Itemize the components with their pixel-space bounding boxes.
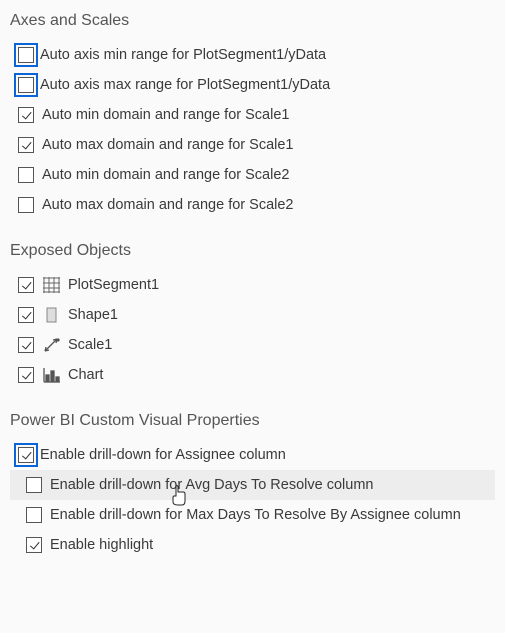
pbi-row[interactable]: Enable drill-down for Avg Days To Resolv… (10, 470, 495, 500)
checkbox[interactable] (12, 71, 40, 99)
checkbox[interactable] (20, 471, 48, 499)
pbi-list: Enable drill-down for Assignee column En… (10, 440, 495, 560)
axes-row[interactable]: Auto max domain and range for Scale2 (10, 190, 495, 220)
row-label: Shape1 (68, 307, 118, 323)
checkbox[interactable] (20, 531, 48, 559)
pbi-row[interactable]: Enable highlight (10, 530, 495, 560)
section-title-exposed: Exposed Objects (10, 242, 495, 260)
row-label: Enable drill-down for Avg Days To Resolv… (50, 477, 373, 493)
section-title-pbi: Power BI Custom Visual Properties (10, 412, 495, 430)
checkbox[interactable] (12, 361, 40, 389)
exposed-list: PlotSegment1 Shape1 Scale1 (10, 270, 495, 390)
row-label: Auto max domain and range for Scale2 (42, 197, 293, 213)
row-label: PlotSegment1 (68, 277, 159, 293)
row-label: Enable drill-down for Assignee column (40, 447, 286, 463)
axes-row[interactable]: Auto max domain and range for Scale1 (10, 130, 495, 160)
row-label: Scale1 (68, 337, 112, 353)
row-label: Auto max domain and range for Scale1 (42, 137, 293, 153)
row-label: Auto min domain and range for Scale1 (42, 107, 289, 123)
checkbox[interactable] (20, 501, 48, 529)
exposed-row[interactable]: Scale1 (10, 330, 495, 360)
exposed-row[interactable]: Shape1 (10, 300, 495, 330)
scale-icon (40, 335, 64, 355)
row-label: Auto min domain and range for Scale2 (42, 167, 289, 183)
row-label: Chart (68, 367, 103, 383)
exposed-row[interactable]: PlotSegment1 (10, 270, 495, 300)
settings-panel: Axes and Scales Auto axis min range for … (0, 0, 505, 570)
checkbox[interactable] (12, 41, 40, 69)
axes-row[interactable]: Auto axis min range for PlotSegment1/yDa… (10, 40, 495, 70)
checkbox[interactable] (12, 101, 40, 129)
chart-icon (40, 365, 64, 385)
axes-row[interactable]: Auto axis max range for PlotSegment1/yDa… (10, 70, 495, 100)
exposed-row[interactable]: Chart (10, 360, 495, 390)
checkbox[interactable] (12, 191, 40, 219)
row-label: Auto axis max range for PlotSegment1/yDa… (40, 77, 330, 93)
row-label: Enable drill-down for Max Days To Resolv… (50, 507, 461, 523)
checkbox[interactable] (12, 441, 40, 469)
rect-icon (40, 305, 64, 325)
row-label: Enable highlight (50, 537, 153, 553)
row-label: Auto axis min range for PlotSegment1/yDa… (40, 47, 326, 63)
checkbox[interactable] (12, 271, 40, 299)
checkbox[interactable] (12, 131, 40, 159)
pbi-row[interactable]: Enable drill-down for Assignee column (10, 440, 495, 470)
checkbox[interactable] (12, 161, 40, 189)
section-title-axes: Axes and Scales (10, 12, 495, 30)
axes-row[interactable]: Auto min domain and range for Scale1 (10, 100, 495, 130)
checkbox[interactable] (12, 331, 40, 359)
pbi-row[interactable]: Enable drill-down for Max Days To Resolv… (10, 500, 495, 530)
grid-icon (40, 275, 64, 295)
axes-row[interactable]: Auto min domain and range for Scale2 (10, 160, 495, 190)
axes-list: Auto axis min range for PlotSegment1/yDa… (10, 40, 495, 220)
checkbox[interactable] (12, 301, 40, 329)
